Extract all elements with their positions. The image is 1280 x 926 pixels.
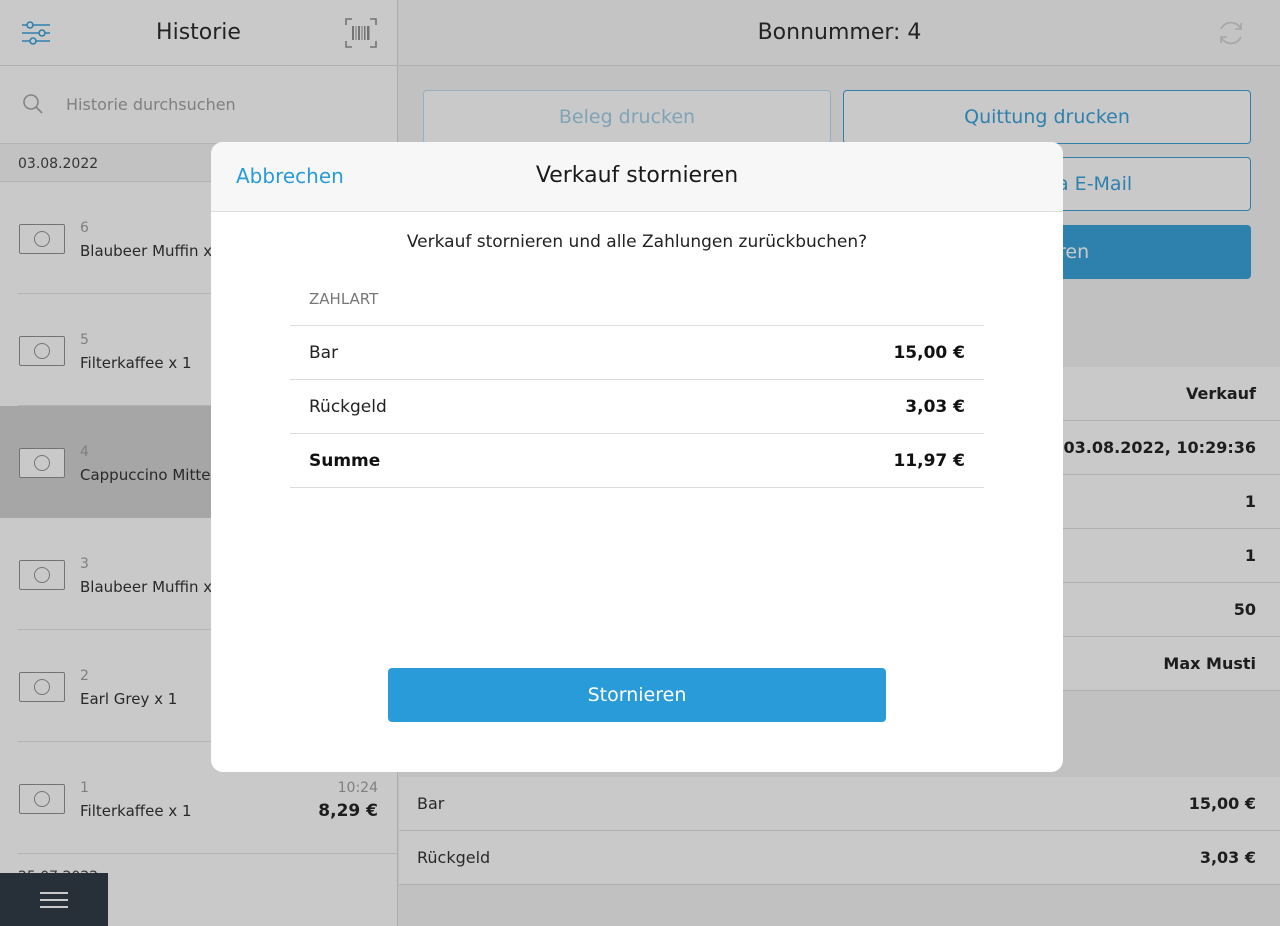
payment-table: Bar 15,00 € Rückgeld 3,03 € Summe 11,97 … (290, 325, 984, 488)
payment-value: 15,00 € (893, 343, 965, 363)
cancel-sale-dialog: Abbrechen Verkauf stornieren Verkauf sto… (211, 142, 1063, 772)
payment-value: 3,03 € (905, 397, 965, 417)
payment-method-column-header: ZAHLART (309, 290, 379, 308)
confirm-cancel-sale-button[interactable]: Stornieren (388, 668, 886, 722)
dialog-header: Abbrechen Verkauf stornieren (211, 142, 1063, 212)
payment-label: Summe (309, 451, 381, 471)
payment-value: 11,97 € (893, 451, 965, 471)
payment-label: Rückgeld (309, 397, 387, 417)
payment-label: Bar (309, 343, 339, 363)
payment-total-row: Summe 11,97 € (290, 434, 984, 488)
dialog-title: Verkauf stornieren (535, 163, 739, 188)
dialog-question: Verkauf stornieren und alle Zahlungen zu… (406, 232, 868, 252)
payment-row: Bar 15,00 € (290, 326, 984, 380)
payment-row: Rückgeld 3,03 € (290, 380, 984, 434)
